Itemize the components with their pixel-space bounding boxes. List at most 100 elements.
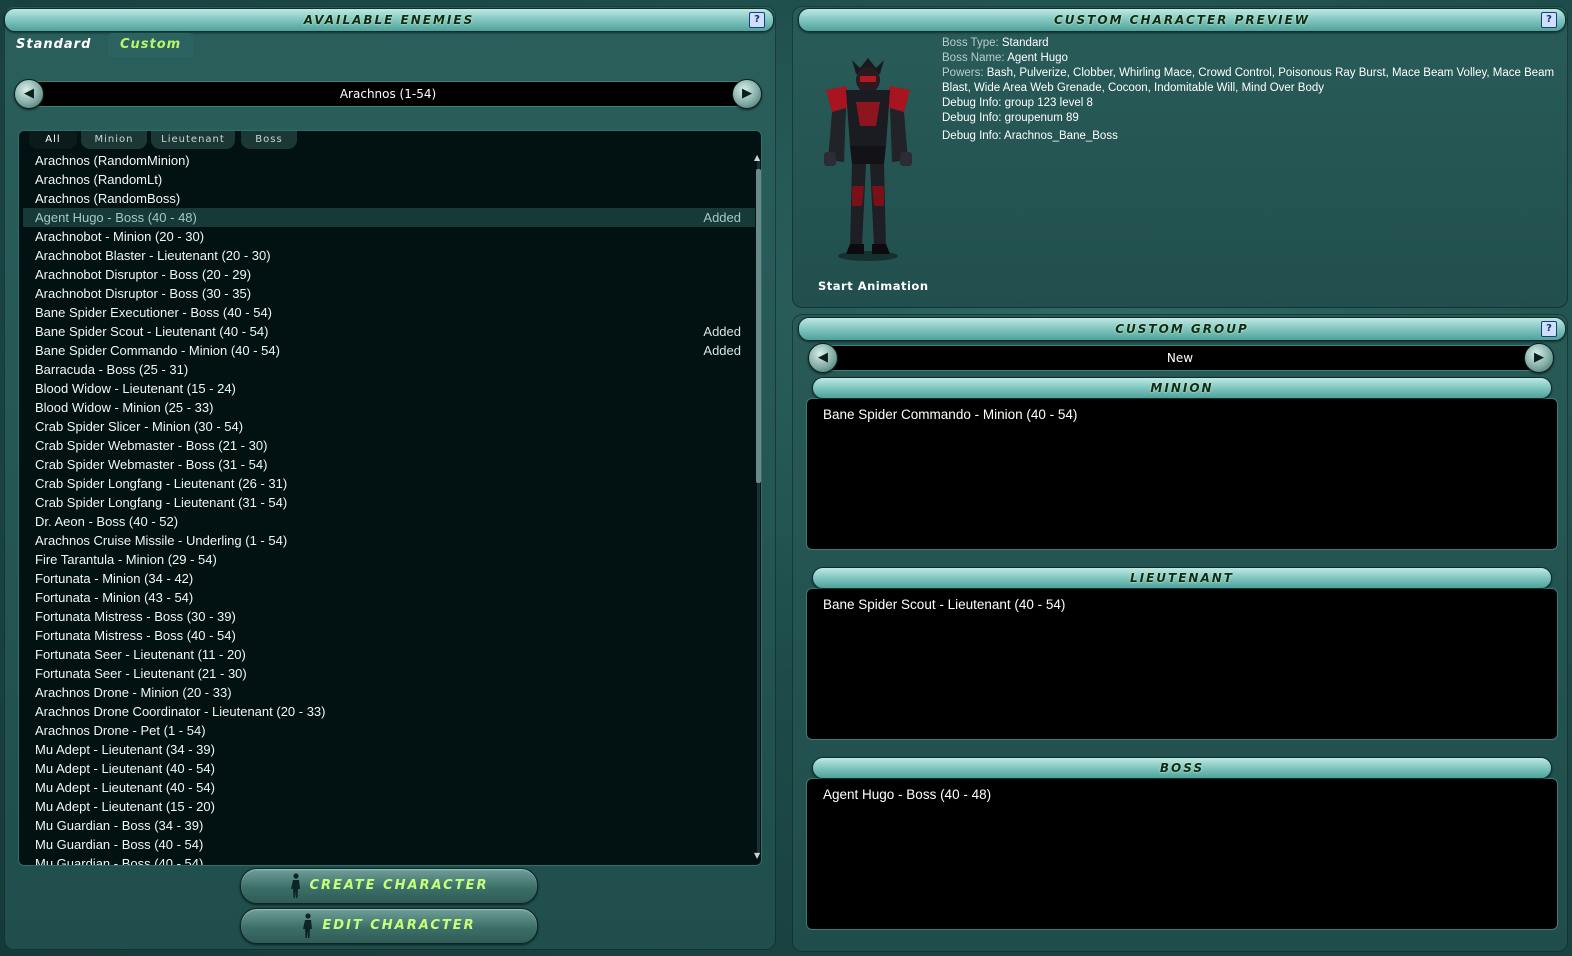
list-item[interactable]: Bane Spider Executioner - Boss (40 - 54): [23, 303, 755, 322]
list-item[interactable]: Crab Spider Longfang - Lieutenant (31 - …: [23, 493, 755, 512]
enemy-name: Mu Guardian - Boss (34 - 39): [35, 818, 204, 833]
list-item[interactable]: Fortunata - Minion (43 - 54): [23, 588, 755, 607]
list-item[interactable]: Agent Hugo - Boss (40 - 48) Added: [23, 208, 755, 227]
powers-line: Powers: Bash, Pulverize, Clobber, Whirli…: [942, 67, 1555, 94]
list-item[interactable]: Mu Adept - Lieutenant (40 - 54): [23, 759, 755, 778]
lieutenant-item[interactable]: Bane Spider Scout - Lieutenant (40 - 54): [823, 597, 1065, 612]
list-item[interactable]: Arachnos Drone - Pet (1 - 54): [23, 721, 755, 740]
person-icon: [303, 912, 313, 938]
next-group-set-button[interactable]: ▶: [1524, 343, 1554, 373]
preview-title: Custom Character Preview ?: [798, 8, 1566, 32]
list-item[interactable]: Blood Widow - Minion (25 - 33): [23, 398, 755, 417]
lieutenant-header: Lieutenant: [812, 567, 1552, 589]
enemy-name: Fortunata Mistress - Boss (40 - 54): [35, 628, 236, 643]
minion-item[interactable]: Bane Spider Commando - Minion (40 - 54): [823, 407, 1077, 422]
person-icon: [290, 872, 300, 898]
start-animation-button[interactable]: Start Animation: [818, 279, 929, 293]
next-group-button[interactable]: ▶: [732, 79, 762, 109]
list-item[interactable]: Mu Adept - Lieutenant (15 - 20): [23, 797, 755, 816]
enemy-name: Arachnobot Blaster - Lieutenant (20 - 30…: [35, 248, 271, 263]
list-item[interactable]: Mu Guardian - Boss (40 - 54): [23, 854, 755, 866]
boss-type-line: Boss Type: Standard: [942, 37, 1049, 49]
list-item[interactable]: Arachnos Drone - Minion (20 - 33): [23, 683, 755, 702]
scroll-up-icon[interactable]: ▲: [754, 153, 760, 162]
list-item[interactable]: Bane Spider Scout - Lieutenant (40 - 54)…: [23, 322, 755, 341]
enemy-name: Fortunata Seer - Lieutenant (21 - 30): [35, 666, 247, 681]
minion-box[interactable]: Bane Spider Commando - Minion (40 - 54): [806, 398, 1558, 550]
create-character-button[interactable]: Create Character: [240, 868, 538, 904]
group-selector[interactable]: New: [824, 345, 1536, 371]
enemy-name: Agent Hugo - Boss (40 - 48): [35, 210, 197, 225]
list-item[interactable]: Mu Guardian - Boss (40 - 54): [23, 835, 755, 854]
enemy-list: All Minion Lieutenant Boss Arachnos (Ran…: [18, 130, 762, 866]
enemy-name: Fortunata - Minion (43 - 54): [35, 590, 194, 605]
enemy-name: Arachnos (RandomBoss): [35, 191, 181, 206]
list-item[interactable]: Fortunata Seer - Lieutenant (11 - 20): [23, 645, 755, 664]
list-item[interactable]: Arachnos Cruise Missile - Underling (1 -…: [23, 531, 755, 550]
available-enemies-title: Available Enemies ?: [4, 8, 774, 32]
list-item[interactable]: Fortunata Mistress - Boss (40 - 54): [23, 626, 755, 645]
boss-box[interactable]: Agent Hugo - Boss (40 - 48): [806, 778, 1558, 930]
list-item[interactable]: Arachnos (RandomLt): [23, 170, 755, 189]
character-model: [824, 58, 912, 261]
help-icon[interactable]: ?: [1541, 321, 1557, 337]
list-item[interactable]: Bane Spider Commando - Minion (40 - 54) A…: [23, 341, 755, 360]
list-item[interactable]: Fortunata Seer - Lieutenant (21 - 30): [23, 664, 755, 683]
list-item[interactable]: Fire Tarantula - Minion (29 - 54): [23, 550, 755, 569]
filter-lieutenant[interactable]: Lieutenant: [151, 131, 235, 149]
list-item[interactable]: Arachnobot Disruptor - Boss (20 - 29): [23, 265, 755, 284]
enemy-name: Arachnobot - Minion (20 - 30): [35, 229, 205, 244]
enemy-name: Mu Adept - Lieutenant (40 - 54): [35, 761, 215, 776]
enemy-name: Dr. Aeon - Boss (40 - 52): [35, 514, 179, 529]
enemy-group-selector[interactable]: Arachnos (1-54): [30, 81, 746, 107]
tab-standard[interactable]: Standard: [4, 33, 103, 57]
list-item[interactable]: Dr. Aeon - Boss (40 - 52): [23, 512, 755, 531]
prev-group-button[interactable]: ◀: [14, 79, 44, 109]
group-selector-value: New: [1166, 351, 1194, 365]
list-item[interactable]: Arachnos (RandomBoss): [23, 189, 755, 208]
lieutenant-box[interactable]: Bane Spider Scout - Lieutenant (40 - 54): [806, 588, 1558, 740]
enemy-group-value: Arachnos (1-54): [339, 87, 437, 101]
list-item[interactable]: Arachnobot - Minion (20 - 30): [23, 227, 755, 246]
added-badge: Added: [703, 343, 741, 358]
filter-all[interactable]: All: [29, 131, 77, 149]
enemy-name: Crab Spider Longfang - Lieutenant (31 - …: [35, 495, 288, 510]
boss-header: Boss: [812, 757, 1552, 779]
enemy-name: Mu Adept - Lieutenant (15 - 20): [35, 799, 215, 814]
list-item[interactable]: Arachnos (RandomMinion): [23, 151, 755, 170]
list-item[interactable]: Arachnobot Disruptor - Boss (30 - 35): [23, 284, 755, 303]
list-item[interactable]: Arachnos Drone Coordinator - Lieutenant …: [23, 702, 755, 721]
boss-item[interactable]: Agent Hugo - Boss (40 - 48): [823, 787, 991, 802]
added-badge: Added: [703, 324, 741, 339]
list-item[interactable]: Fortunata - Minion (34 - 42): [23, 569, 755, 588]
chevron-right-icon: ▶: [742, 86, 752, 101]
enemy-name: Bane Spider Executioner - Boss (40 - 54): [35, 305, 273, 320]
list-item[interactable]: Barracuda - Boss (25 - 31): [23, 360, 755, 379]
character-info: Boss Type: Standard Boss Name: Agent Hug…: [942, 36, 1560, 144]
filter-minion[interactable]: Minion: [81, 131, 147, 149]
list-item[interactable]: Mu Adept - Lieutenant (40 - 54): [23, 778, 755, 797]
list-item[interactable]: Mu Adept - Lieutenant (34 - 39): [23, 740, 755, 759]
help-icon[interactable]: ?: [1541, 12, 1557, 28]
list-item[interactable]: Crab Spider Slicer - Minion (30 - 54): [23, 417, 755, 436]
edit-character-button[interactable]: Edit Character: [240, 908, 538, 944]
enemy-name: Mu Adept - Lieutenant (34 - 39): [35, 742, 215, 757]
help-icon[interactable]: ?: [749, 12, 765, 28]
scrollbar-thumb[interactable]: [756, 169, 761, 483]
enemy-name: Mu Guardian - Boss (40 - 54): [35, 856, 204, 866]
prev-group-set-button[interactable]: ◀: [808, 343, 838, 373]
filter-boss[interactable]: Boss: [241, 131, 297, 149]
scroll-down-icon[interactable]: ▼: [754, 851, 760, 860]
debug-info: Debug Info: group 123 level 8: [942, 97, 1093, 109]
list-item[interactable]: Fortunata Mistress - Boss (30 - 39): [23, 607, 755, 626]
list-item[interactable]: Arachnobot Blaster - Lieutenant (20 - 30…: [23, 246, 755, 265]
tab-custom[interactable]: Custom: [108, 33, 194, 57]
list-item[interactable]: Blood Widow - Lieutenant (15 - 24): [23, 379, 755, 398]
enemy-name: Fire Tarantula - Minion (29 - 54): [35, 552, 217, 567]
boss-name-line: Boss Name: Agent Hugo: [942, 52, 1068, 64]
list-item[interactable]: Crab Spider Webmaster - Boss (31 - 54): [23, 455, 755, 474]
list-item[interactable]: Crab Spider Webmaster - Boss (21 - 30): [23, 436, 755, 455]
list-item[interactable]: Mu Guardian - Boss (34 - 39): [23, 816, 755, 835]
list-item[interactable]: Crab Spider Longfang - Lieutenant (26 - …: [23, 474, 755, 493]
enemy-name: Fortunata Mistress - Boss (30 - 39): [35, 609, 236, 624]
